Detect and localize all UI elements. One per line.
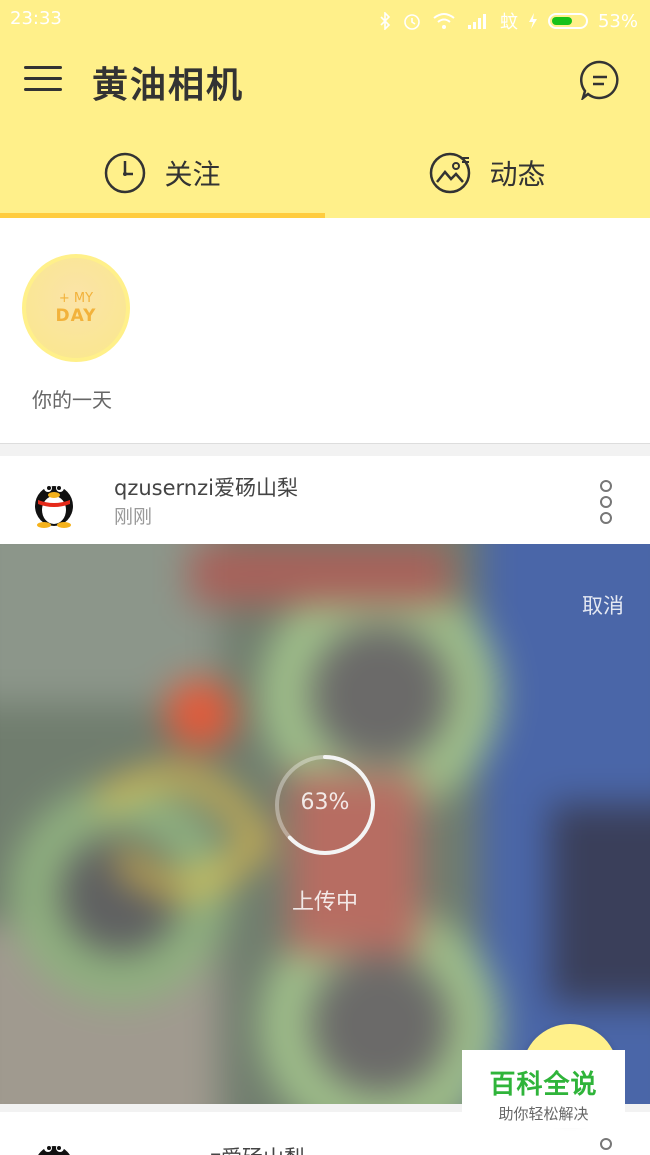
watermark-title: 百科全说 bbox=[489, 1070, 598, 1100]
picture-icon bbox=[430, 152, 471, 194]
alarm-icon bbox=[404, 14, 420, 30]
clock-icon bbox=[105, 152, 146, 194]
cancel-upload-button[interactable]: 取消 bbox=[582, 590, 624, 620]
status-time: 23:33 bbox=[10, 8, 62, 29]
post2-username[interactable]: z爱砀山梨 bbox=[210, 1142, 305, 1155]
uploading-photo: 取消 63% 上传中 bbox=[0, 544, 650, 1104]
upload-progress-text: 63% bbox=[300, 790, 350, 815]
watermark-subtitle: 助你轻松解决 bbox=[498, 1105, 589, 1123]
watermark-logo: 百科全说 助你轻松解决 bbox=[462, 1050, 625, 1128]
qq-penguin-icon[interactable] bbox=[30, 472, 78, 528]
my-day-badge-line2: DAY bbox=[55, 305, 97, 326]
more-vertical-icon[interactable] bbox=[598, 478, 614, 526]
app-bar: 黄油相机 bbox=[0, 38, 650, 122]
uploading-label: 上传中 bbox=[291, 890, 358, 915]
bluetooth-icon bbox=[380, 12, 391, 30]
tab-bar: 关注 动态 bbox=[0, 128, 650, 218]
my-day-section: + MY DAY 你的一天 bbox=[0, 218, 650, 444]
charging-icon bbox=[528, 13, 537, 29]
tab-following-label: 关注 bbox=[164, 158, 221, 191]
status-icons: 蚊 53% bbox=[378, 8, 638, 34]
upload-progress-ring: 63% bbox=[272, 752, 378, 858]
signal-icon bbox=[467, 14, 486, 29]
post-time: 刚刚 bbox=[114, 506, 153, 528]
wifi-icon bbox=[433, 13, 455, 29]
more-vertical-icon[interactable] bbox=[600, 1138, 612, 1150]
menu-icon[interactable] bbox=[24, 66, 62, 96]
battery-icon bbox=[547, 13, 588, 29]
my-day-badge-line1: + MY bbox=[58, 290, 94, 306]
battery-percent: 53% bbox=[597, 10, 638, 32]
carrier-label: 蚊 bbox=[499, 12, 518, 33]
tab-following[interactable]: 关注 bbox=[0, 128, 325, 218]
app-title: 黄油相机 bbox=[92, 65, 245, 106]
post-header: qzusernzi爱砀山梨 刚刚 bbox=[0, 456, 650, 544]
status-bar: 23:33 蚊 53% bbox=[0, 0, 650, 38]
chat-bubble-icon[interactable] bbox=[580, 60, 620, 100]
my-day-button[interactable]: + MY DAY bbox=[22, 254, 130, 362]
tab-feed-label: 动态 bbox=[489, 158, 546, 191]
my-day-label: 你的一天 bbox=[32, 388, 112, 412]
post-username[interactable]: qzusernzi爱砀山梨 bbox=[114, 472, 298, 502]
qq-penguin-icon[interactable] bbox=[30, 1132, 78, 1155]
top-header: 23:33 蚊 53% 黄油相机 关注 动态 bbox=[0, 0, 650, 218]
tab-feed[interactable]: 动态 bbox=[325, 128, 650, 218]
